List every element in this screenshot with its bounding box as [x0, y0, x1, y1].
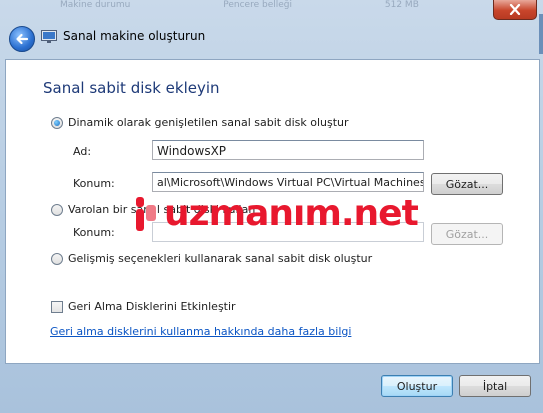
undo-disks-label: Geri Alma Disklerini Etkinleştir: [68, 300, 236, 313]
ghost-text-3: 512 MB: [384, 0, 419, 10]
back-button[interactable]: [9, 26, 35, 52]
wizard-footer: Oluştur İptal: [0, 362, 543, 413]
cancel-button[interactable]: İptal: [459, 375, 531, 397]
dynamic-disk-radio[interactable]: [51, 116, 63, 129]
browse-button-disabled[interactable]: Gözat...: [431, 223, 503, 245]
advanced-radio[interactable]: [51, 252, 63, 265]
background-window-text: Makine durumu Pencere belleği 512 MB: [60, 0, 483, 14]
option-dynamic-disk[interactable]: Dinamik olarak genişletilen sanal sabit …: [51, 116, 349, 129]
ghost-text-1: Makine durumu: [60, 0, 131, 10]
dynamic-disk-label: Dinamik olarak genişletilen sanal sabit …: [68, 116, 349, 129]
create-button[interactable]: Oluştur: [381, 375, 453, 397]
existing-disk-radio[interactable]: [51, 203, 63, 216]
close-button[interactable]: [493, 0, 537, 20]
undo-disks-option[interactable]: Geri Alma Disklerini Etkinleştir: [51, 300, 236, 313]
back-arrow-icon: [16, 33, 29, 45]
ghost-text-2: Pencere belleği: [223, 0, 293, 10]
window-frame: Makine durumu Pencere belleği 512 MB San…: [0, 0, 543, 413]
location-label: Konum:: [73, 177, 115, 190]
virtual-pc-icon: [41, 30, 57, 43]
option-existing-disk[interactable]: Varolan bir sanal sabit diski kullan: [51, 203, 255, 216]
location-input[interactable]: al\Microsoft\Windows Virtual PC\Virtual …: [152, 172, 424, 192]
undo-disks-help-link[interactable]: Geri alma disklerini kullanma hakkında d…: [50, 325, 351, 338]
wizard-content: Sanal sabit disk ekleyin Dinamik olarak …: [5, 59, 540, 364]
option-advanced[interactable]: Gelişmiş seçenekleri kullanarak sanal sa…: [51, 252, 372, 265]
existing-location-label: Konum:: [73, 226, 115, 239]
name-input[interactable]: WindowsXP: [152, 140, 424, 160]
window-title: Sanal makine oluşturun: [63, 29, 206, 43]
advanced-label: Gelişmiş seçenekleri kullanarak sanal sa…: [68, 252, 373, 265]
browse-button[interactable]: Gözat...: [431, 173, 503, 195]
existing-disk-label: Varolan bir sanal sabit diski kullan: [68, 203, 256, 216]
name-label: Ad:: [73, 145, 92, 158]
existing-location-input[interactable]: [152, 222, 424, 242]
undo-disks-checkbox[interactable]: [51, 300, 63, 313]
window-edge: [539, 14, 543, 54]
close-icon: [509, 4, 521, 15]
page-title: Sanal sabit disk ekleyin: [43, 79, 220, 97]
